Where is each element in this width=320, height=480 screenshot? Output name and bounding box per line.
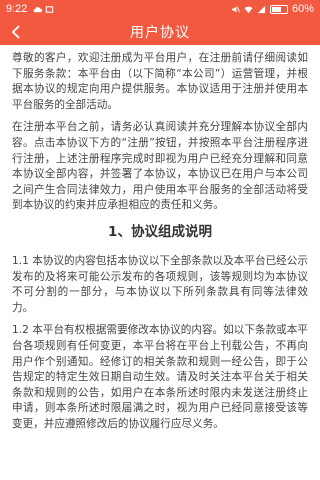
section-paragraph: 1.1 本协议的内容包括本协议以下全部条款以及本平台已经公示发布的及将来可能公示… — [12, 254, 308, 314]
status-notification-icons — [33, 5, 54, 14]
agreement-content[interactable]: 尊敬的客户，欢迎注册成为平台用户，在注册前请仔细阅读如下服务条款：本平台由（以下… — [0, 45, 320, 480]
box-icon — [46, 5, 54, 13]
mute-icon — [231, 5, 240, 13]
battery-icon — [269, 4, 288, 14]
back-button[interactable] — [4, 18, 28, 45]
nav-bar: 用户协议 — [0, 18, 320, 45]
status-right-group: 60% — [231, 3, 314, 15]
battery-percent: 60% — [291, 3, 314, 15]
section-paragraph: 1.2 本平台有权根据需要修改本协议的内容。如以下条款或本平台各项规则有任何变更… — [12, 324, 308, 430]
chevron-left-icon — [11, 24, 20, 39]
status-time: 9:22 — [6, 3, 28, 15]
status-bar: 9:22 60% — [0, 0, 320, 18]
cloud-icon — [34, 6, 43, 12]
page-title: 用户协议 — [130, 24, 190, 41]
wifi-icon — [244, 6, 253, 13]
intro-paragraph: 在注册本平台之前，请务必认真阅读并充分理解本协议全部内容。点击本协议下方的“注册… — [12, 121, 308, 212]
section-title: 1、协议组成说明 — [108, 223, 212, 240]
intro-paragraph: 尊敬的客户，欢迎注册成为平台用户，在注册前请仔细阅读如下服务条款：本平台由（以下… — [12, 52, 308, 111]
signal-icon — [257, 5, 266, 13]
